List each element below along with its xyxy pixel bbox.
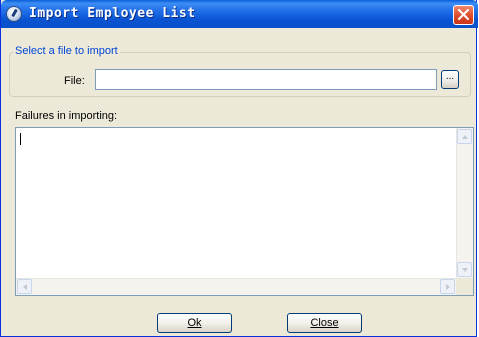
scroll-up-button[interactable] [457,129,472,144]
clock-icon [6,6,22,22]
file-label: File: [64,75,85,87]
ok-button[interactable]: Ok [157,313,232,333]
scroll-corner [456,278,473,295]
group-legend: Select a file to import [13,45,120,57]
close-icon [458,9,469,20]
scroll-left-button[interactable] [17,279,32,294]
failures-textarea[interactable] [15,127,474,296]
title-bar[interactable]: Import Employee List [1,0,478,28]
scroll-left-icon [23,284,27,290]
close-button[interactable]: Close [287,313,362,333]
ok-button-label: Ok [187,317,202,329]
scroll-right-icon [446,284,450,290]
window-close-button[interactable] [453,5,474,25]
scroll-up-icon [462,135,468,139]
window-title: Import Employee List [29,6,196,21]
failures-label: Failures in importing: [15,110,118,122]
import-dialog: Import Employee List Select a file to im… [0,0,478,337]
vertical-scrollbar[interactable] [456,128,473,278]
scroll-right-button[interactable] [440,279,455,294]
scroll-down-button[interactable] [457,262,472,277]
scroll-down-icon [462,268,468,272]
text-caret [20,133,21,145]
close-button-label: Close [310,317,339,329]
file-path-input[interactable] [95,69,437,90]
horizontal-scrollbar[interactable] [16,278,456,295]
browse-button[interactable]: ... [441,70,459,89]
